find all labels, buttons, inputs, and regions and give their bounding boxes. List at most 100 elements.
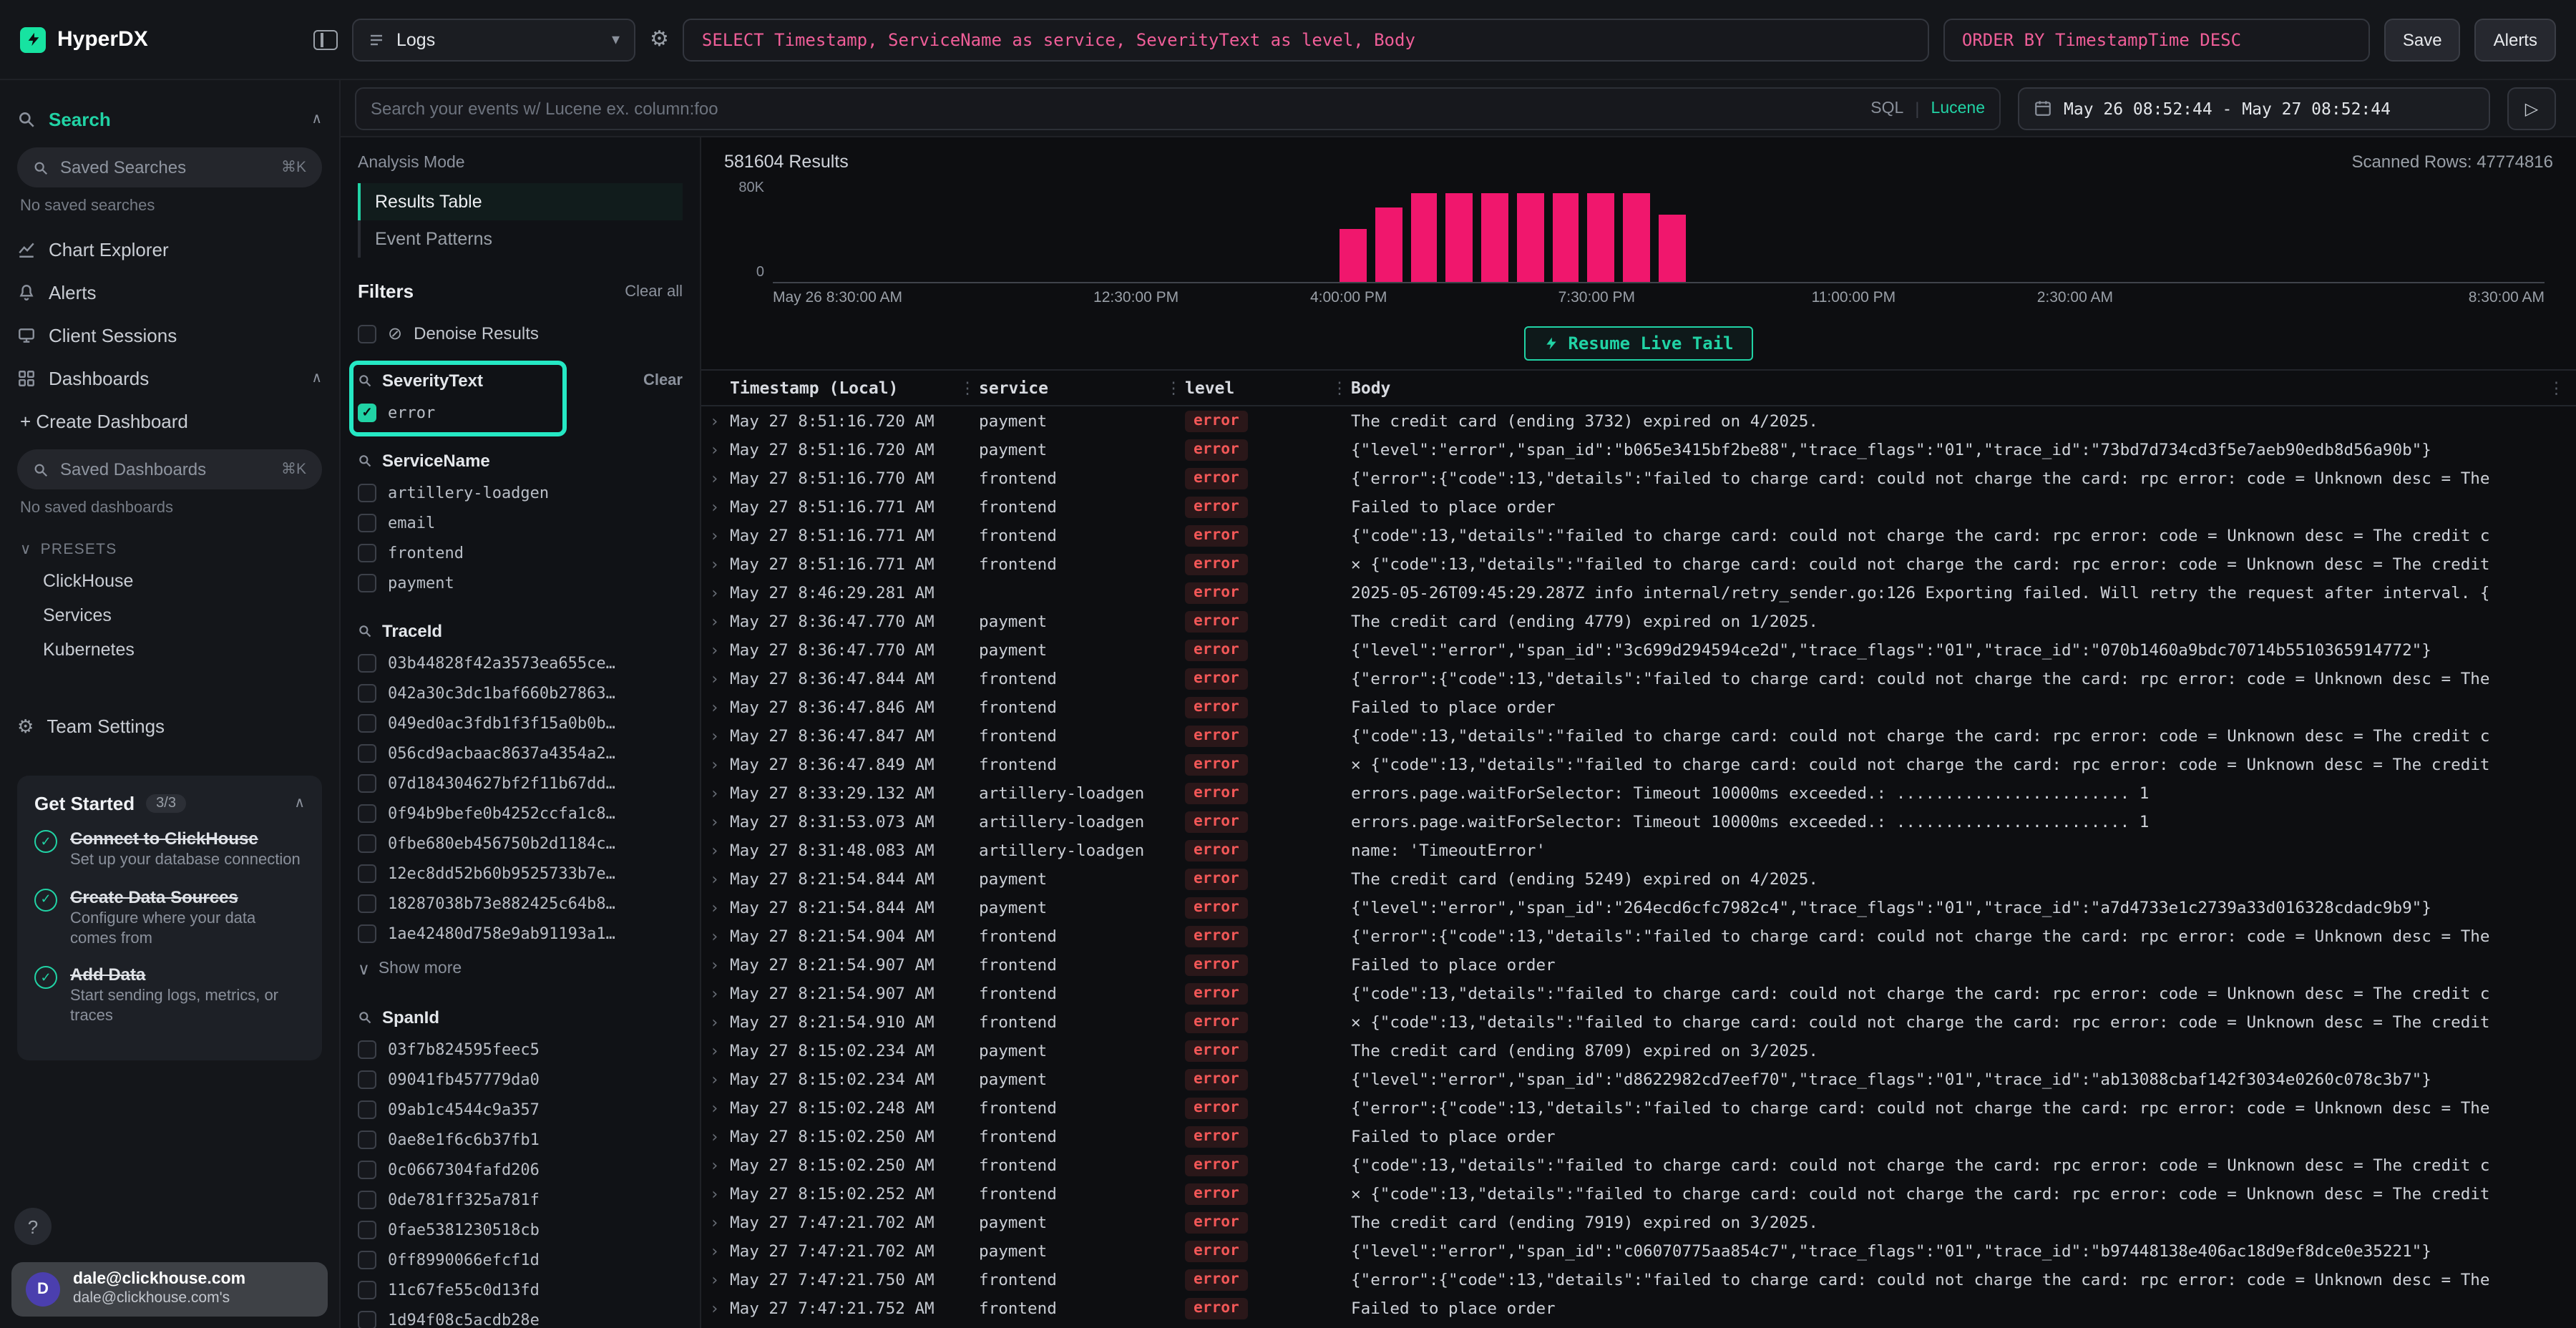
- table-row[interactable]: › May 27 8:51:16.771 AM frontend error {…: [701, 521, 2576, 550]
- table-row[interactable]: › May 27 8:15:02.252 AM frontend error ✕…: [701, 1179, 2576, 1208]
- row-expand-chevron[interactable]: ›: [710, 469, 730, 487]
- sidebar-item-search[interactable]: Search ∧: [17, 97, 322, 140]
- row-expand-chevron[interactable]: ›: [710, 755, 730, 773]
- table-row[interactable]: › May 27 8:21:54.844 AM payment error Th…: [701, 864, 2576, 893]
- table-row[interactable]: › May 27 7:47:21.702 AM payment error {"…: [701, 1236, 2576, 1265]
- clear-all-link[interactable]: Clear all: [625, 283, 683, 300]
- sidebar-item-client-sessions[interactable]: Client Sessions: [17, 313, 322, 356]
- row-expand-chevron[interactable]: ›: [710, 1184, 730, 1203]
- user-menu[interactable]: D dale@clickhouse.com dale@clickhouse.co…: [11, 1261, 328, 1317]
- checkbox[interactable]: [358, 1281, 376, 1299]
- row-expand-chevron[interactable]: ›: [710, 1156, 730, 1174]
- date-range-picker[interactable]: May 26 08:52:44 - May 27 08:52:44: [2018, 87, 2490, 130]
- column-header-service[interactable]: service: [979, 378, 1162, 398]
- row-expand-chevron[interactable]: ›: [710, 555, 730, 573]
- saved-dashboards-input[interactable]: Saved Dashboards ⌘K: [17, 449, 322, 489]
- checkbox[interactable]: [358, 574, 376, 592]
- row-expand-chevron[interactable]: ›: [710, 984, 730, 1002]
- table-row[interactable]: › May 27 8:51:16.720 AM payment error {"…: [701, 435, 2576, 464]
- preset-item[interactable]: Kubernetes: [17, 633, 322, 667]
- checkbox[interactable]: [358, 544, 376, 562]
- facet-option[interactable]: 0ae8e1f6c6b37fb1: [358, 1125, 683, 1155]
- histogram-bar[interactable]: [1588, 193, 1614, 282]
- histogram-bar[interactable]: [1552, 193, 1579, 282]
- facet-option[interactable]: 0fae5381230518cb: [358, 1215, 683, 1245]
- table-row[interactable]: › May 27 8:36:47.846 AM frontend error F…: [701, 693, 2576, 721]
- checkbox[interactable]: [358, 1161, 376, 1179]
- checkbox[interactable]: [358, 684, 376, 703]
- table-row[interactable]: › May 27 8:21:54.910 AM frontend error ✕…: [701, 1007, 2576, 1036]
- row-expand-chevron[interactable]: ›: [710, 1041, 730, 1060]
- table-row[interactable]: › May 27 8:36:47.849 AM frontend error ✕…: [701, 750, 2576, 778]
- show-more-traceid[interactable]: ∨ Show more: [358, 953, 683, 985]
- checkbox[interactable]: [358, 1251, 376, 1269]
- chevron-up-icon[interactable]: ∧: [294, 796, 305, 811]
- histogram-bar[interactable]: [1375, 208, 1402, 282]
- table-row[interactable]: › May 27 8:21:54.844 AM payment error {"…: [701, 893, 2576, 922]
- checkbox[interactable]: [358, 324, 376, 343]
- facet-option[interactable]: 18287038b73e882425c64b8…: [358, 889, 683, 919]
- column-header-body[interactable]: Body: [1351, 378, 2545, 398]
- search-input[interactable]: [371, 98, 1859, 118]
- mode-sql-toggle[interactable]: SQL: [1870, 99, 1903, 117]
- preset-item[interactable]: Services: [17, 598, 322, 633]
- alerts-button[interactable]: Alerts: [2475, 18, 2556, 61]
- column-settings-icon[interactable]: ⋮: [2545, 378, 2565, 398]
- checkbox[interactable]: [358, 654, 376, 673]
- row-expand-chevron[interactable]: ›: [710, 1012, 730, 1031]
- sidebar-item-dashboards[interactable]: Dashboards ∧: [17, 356, 322, 399]
- row-expand-chevron[interactable]: ›: [710, 440, 730, 459]
- table-row[interactable]: › May 27 8:15:02.250 AM frontend error {…: [701, 1151, 2576, 1179]
- table-row[interactable]: › May 27 8:21:54.907 AM frontend error F…: [701, 950, 2576, 979]
- collapse-sidebar-icon[interactable]: [313, 29, 338, 49]
- facet-option[interactable]: artillery-loadgen: [358, 478, 683, 508]
- facet-option[interactable]: 0fbe680eb456750b2d1184c…: [358, 829, 683, 859]
- column-resize-handle[interactable]: ⋮: [1328, 378, 1351, 398]
- checkbox[interactable]: [358, 514, 376, 532]
- table-row[interactable]: › May 27 8:36:47.770 AM payment error {"…: [701, 635, 2576, 664]
- row-expand-chevron[interactable]: ›: [710, 1299, 730, 1317]
- table-row[interactable]: › May 27 8:21:54.907 AM frontend error {…: [701, 979, 2576, 1007]
- column-resize-handle[interactable]: ⋮: [1162, 378, 1185, 398]
- sidebar-item-team-settings[interactable]: ⚙ Team Settings: [17, 704, 322, 747]
- facet-option[interactable]: 09041fb457779da0: [358, 1065, 683, 1095]
- mode-results-table[interactable]: Results Table: [358, 183, 683, 220]
- row-expand-chevron[interactable]: ›: [710, 640, 730, 659]
- row-expand-chevron[interactable]: ›: [710, 497, 730, 516]
- facet-option[interactable]: 049ed0ac3fdb1f3f15a0b0b…: [358, 708, 683, 738]
- facet-option[interactable]: 03b44828f42a3573ea655ce…: [358, 648, 683, 678]
- row-expand-chevron[interactable]: ›: [710, 411, 730, 430]
- preset-item[interactable]: ClickHouse: [17, 564, 322, 598]
- histogram-bar[interactable]: [1340, 229, 1366, 282]
- table-row[interactable]: › May 27 8:15:02.234 AM payment error {"…: [701, 1065, 2576, 1093]
- get-started-step[interactable]: ✓ Add Data Start sending logs, metrics, …: [34, 965, 305, 1027]
- chevron-up-icon[interactable]: ∧: [311, 370, 322, 386]
- presets-toggle[interactable]: ∨ PRESETS: [17, 529, 322, 564]
- row-expand-chevron[interactable]: ›: [710, 1213, 730, 1231]
- histogram-bar[interactable]: [1446, 193, 1473, 282]
- checkbox[interactable]: [358, 1191, 376, 1209]
- table-row[interactable]: › May 27 8:36:47.847 AM frontend error {…: [701, 721, 2576, 750]
- sidebar-item-alerts[interactable]: Alerts: [17, 270, 322, 313]
- get-started-step[interactable]: ✓ Create Data Sources Configure where yo…: [34, 887, 305, 949]
- facet-option[interactable]: 11c67fe55c0d13fd: [358, 1275, 683, 1305]
- row-expand-chevron[interactable]: ›: [710, 1098, 730, 1117]
- checkbox[interactable]: [358, 1070, 376, 1089]
- facet-option[interactable]: 1d94f08c5acdb28e: [358, 1305, 683, 1328]
- row-expand-chevron[interactable]: ›: [710, 1127, 730, 1146]
- row-expand-chevron[interactable]: ›: [710, 898, 730, 917]
- facet-option[interactable]: 07d184304627bf2f11b67dd…: [358, 768, 683, 799]
- table-row[interactable]: › May 27 8:15:02.234 AM payment error Th…: [701, 1036, 2576, 1065]
- save-button[interactable]: Save: [2384, 18, 2461, 61]
- checkbox[interactable]: [358, 894, 376, 913]
- table-row[interactable]: › May 27 8:33:29.132 AM artillery-loadge…: [701, 778, 2576, 807]
- facet-option[interactable]: 09ab1c4544c9a357: [358, 1095, 683, 1125]
- row-expand-chevron[interactable]: ›: [710, 1270, 730, 1289]
- table-row[interactable]: › May 27 8:15:02.250 AM frontend error F…: [701, 1122, 2576, 1151]
- checkbox[interactable]: [358, 1100, 376, 1119]
- histogram-bar[interactable]: [1410, 193, 1437, 282]
- checkbox[interactable]: [358, 714, 376, 733]
- sql-query-input[interactable]: SELECT Timestamp, ServiceName as service…: [683, 18, 1929, 61]
- column-header-timestamp[interactable]: Timestamp (Local): [730, 378, 956, 398]
- row-expand-chevron[interactable]: ›: [710, 812, 730, 831]
